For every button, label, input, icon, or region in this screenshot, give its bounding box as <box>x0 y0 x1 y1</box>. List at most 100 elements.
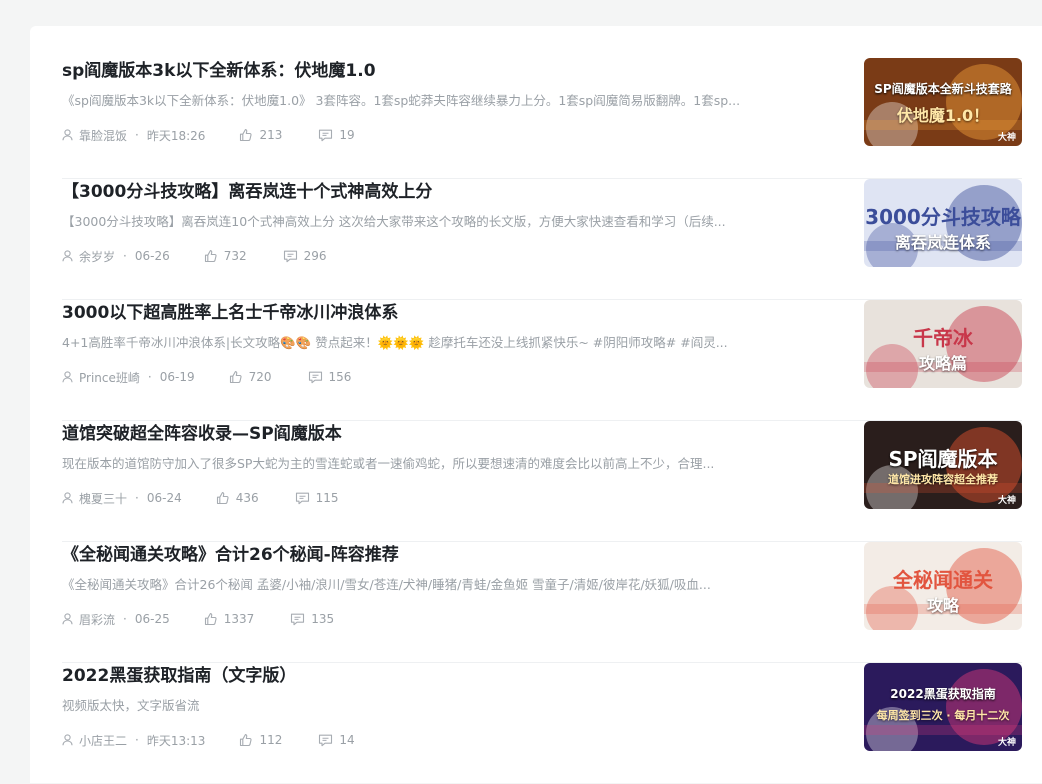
like-button[interactable]: 732 <box>204 249 247 263</box>
comment-button[interactable]: 156 <box>308 370 352 384</box>
author[interactable]: 眉彩流 <box>62 611 115 628</box>
publish-time: 昨天13:13 <box>146 733 206 748</box>
comment-count: 19 <box>339 128 355 142</box>
comment-count: 115 <box>315 491 339 505</box>
article-title[interactable]: 道馆突破超全阵容收录—SP阎魔版本 <box>62 423 822 445</box>
article-thumbnail[interactable]: 全秘闻通关 攻略 <box>864 542 1022 630</box>
author-name[interactable]: 小店王二 <box>79 732 127 749</box>
comment-button[interactable]: 19 <box>318 128 355 142</box>
thumbnail-subline: 每周签到三次 · 每月十二次 <box>876 709 1010 722</box>
article-list: sp阎魔版本3k以下全新体系：伏地魔1.0 《sp阎魔版本3k以下全新体系：伏地… <box>62 58 1022 784</box>
author-name[interactable]: 眉彩流 <box>79 611 115 628</box>
article-feed-panel: sp阎魔版本3k以下全新体系：伏地魔1.0 《sp阎魔版本3k以下全新体系：伏地… <box>30 26 1042 783</box>
thumbnail-headline: 全秘闻通关 <box>893 568 993 592</box>
article-title[interactable]: 2022黑蛋获取指南（文字版） <box>62 665 822 687</box>
article-summary: 现在版本的道馆防守加入了很多SP大蛇为主的雪连蛇或者一速偷鸡蛇，所以要想速清的难… <box>62 456 715 471</box>
article-title[interactable]: 【3000分斗技攻略】离吞岚连十个式神高效上分 <box>62 181 822 203</box>
comment-button[interactable]: 14 <box>318 733 355 747</box>
meta-separator: · <box>135 491 139 505</box>
comment-icon <box>295 491 310 505</box>
user-icon <box>62 492 73 504</box>
thumbs-up-icon <box>216 491 230 505</box>
comment-button[interactable]: 135 <box>290 612 334 626</box>
like-count: 213 <box>259 128 283 142</box>
thumbnail-corner-mark: 大神 <box>997 496 1016 506</box>
user-icon <box>62 734 73 746</box>
article-card[interactable]: 《全秘闻通关攻略》合计26个秘闻-阵容推荐 《全秘闻通关攻略》合计26个秘闻 孟… <box>62 542 1022 663</box>
comment-icon <box>318 733 333 747</box>
meta-separator: · <box>147 370 152 384</box>
article-thumbnail[interactable]: 2022黑蛋获取指南 每周签到三次 · 每月十二次 大神 <box>864 663 1022 751</box>
article-thumbnail[interactable]: SP阎魔版本全新斗技套路 伏地魔1.0！ 大神 <box>864 58 1022 146</box>
like-button[interactable]: 213 <box>239 128 282 142</box>
meta-separator: · <box>123 612 127 626</box>
article-summary: 《sp阎魔版本3k以下全新体系：伏地魔1.0》 3套阵容。1套sp蛇莽夫阵容继续… <box>62 93 741 108</box>
comment-icon <box>318 128 333 142</box>
publish-time: 06-25 <box>134 612 170 626</box>
article-title[interactable]: 《全秘闻通关攻略》合计26个秘闻-阵容推荐 <box>62 544 822 566</box>
comment-count: 296 <box>303 249 327 263</box>
publish-time: 06-24 <box>146 491 182 505</box>
user-icon <box>62 371 73 383</box>
article-title[interactable]: 3000以下超高胜率上名士千帝冰川冲浪体系 <box>62 302 822 324</box>
thumbs-up-icon <box>204 249 218 263</box>
author[interactable]: 小店王二 <box>62 732 127 749</box>
article-card[interactable]: 2022黑蛋获取指南（文字版） 视频版太快，文字版省流 小店王二 · 昨天13:… <box>62 663 1022 784</box>
thumbnail-subline: 道馆进攻阵容超全推荐 <box>888 473 998 486</box>
comment-icon <box>290 612 305 626</box>
thumbnail-subline: 攻略篇 <box>918 354 967 373</box>
article-card[interactable]: sp阎魔版本3k以下全新体系：伏地魔1.0 《sp阎魔版本3k以下全新体系：伏地… <box>62 58 1022 179</box>
thumbnail-headline: SP阎魔版本全新斗技套路 <box>874 82 1012 96</box>
article-thumbnail[interactable]: 千帝冰 攻略篇 <box>864 300 1022 388</box>
article-meta: 靠脸混饭 · 昨天18:26 213 19 <box>62 126 355 144</box>
author-name[interactable]: 余岁岁 <box>79 248 115 265</box>
article-meta: 小店王二 · 昨天13:13 112 14 <box>62 731 355 749</box>
like-count: 436 <box>235 491 259 505</box>
article-summary: 视频版太快，文字版省流 <box>62 698 200 713</box>
like-button[interactable]: 436 <box>216 491 259 505</box>
author[interactable]: 槐夏三十 <box>62 490 127 507</box>
thumbs-up-icon <box>239 733 253 747</box>
thumbnail-corner-mark: 大神 <box>997 133 1016 143</box>
comment-button[interactable]: 115 <box>295 491 339 505</box>
article-summary: 《全秘闻通关攻略》合计26个秘闻 孟婆/小袖/浪川/雪女/苍连/犬神/睡猪/青蛙… <box>62 577 711 592</box>
meta-separator: · <box>135 128 139 142</box>
thumbnail-headline: 3000分斗技攻略 <box>865 205 1021 229</box>
like-button[interactable]: 720 <box>229 370 272 384</box>
thumbnail-corner-mark: 大神 <box>997 738 1016 748</box>
meta-separator: · <box>123 249 127 263</box>
like-count: 1337 <box>223 612 255 626</box>
article-meta: Prince班崎 · 06-19 720 156 <box>62 368 351 386</box>
author-name[interactable]: Prince班崎 <box>79 369 140 386</box>
article-meta: 槐夏三十 · 06-24 436 115 <box>62 489 339 507</box>
article-title[interactable]: sp阎魔版本3k以下全新体系：伏地魔1.0 <box>62 60 822 82</box>
article-summary: 【3000分斗技攻略】离吞岚连10个式神高效上分 这次给大家带来这个攻略的长文版… <box>62 214 726 229</box>
thumbnail-headline: 千帝冰 <box>913 326 973 350</box>
author-name[interactable]: 槐夏三十 <box>79 490 127 507</box>
author[interactable]: 靠脸混饭 <box>62 127 127 144</box>
comment-count: 135 <box>311 612 335 626</box>
like-count: 732 <box>223 249 247 263</box>
article-thumbnail[interactable]: 3000分斗技攻略 离吞岚连体系 <box>864 179 1022 267</box>
comment-button[interactable]: 296 <box>283 249 327 263</box>
like-button[interactable]: 112 <box>239 733 282 747</box>
author[interactable]: Prince班崎 <box>62 369 140 386</box>
thumbnail-subline: 伏地魔1.0！ <box>896 106 990 125</box>
article-card[interactable]: 【3000分斗技攻略】离吞岚连十个式神高效上分 【3000分斗技攻略】离吞岚连1… <box>62 179 1022 300</box>
thumbs-up-icon <box>229 370 243 384</box>
author-name[interactable]: 靠脸混饭 <box>79 127 127 144</box>
author[interactable]: 余岁岁 <box>62 248 115 265</box>
comment-count: 156 <box>328 370 352 384</box>
article-thumbnail[interactable]: SP阎魔版本 道馆进攻阵容超全推荐 大神 <box>864 421 1022 509</box>
like-button[interactable]: 1337 <box>204 612 255 626</box>
article-card[interactable]: 3000以下超高胜率上名士千帝冰川冲浪体系 4+1高胜率千帝冰川冲浪体系|长文攻… <box>62 300 1022 421</box>
article-meta: 余岁岁 · 06-26 732 296 <box>62 247 327 265</box>
like-count: 720 <box>248 370 272 384</box>
article-meta: 眉彩流 · 06-25 1337 135 <box>62 610 334 628</box>
user-icon <box>62 250 73 262</box>
article-card[interactable]: 道馆突破超全阵容收录—SP阎魔版本 现在版本的道馆防守加入了很多SP大蛇为主的雪… <box>62 421 1022 542</box>
thumbnail-headline: 2022黑蛋获取指南 <box>890 687 996 701</box>
publish-time: 06-19 <box>159 370 195 384</box>
publish-time: 06-26 <box>134 249 170 263</box>
comment-count: 14 <box>339 733 355 747</box>
